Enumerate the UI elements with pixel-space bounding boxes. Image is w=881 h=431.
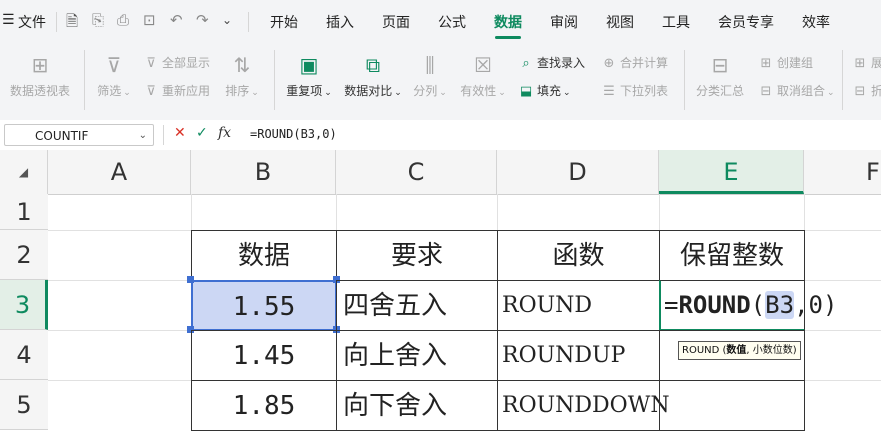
column-header-f[interactable]: F — [804, 150, 881, 194]
fill-button[interactable]: ⬓ 填充 ⌄ — [518, 82, 571, 99]
row-header-3[interactable]: 3 — [0, 280, 48, 330]
column-header-d[interactable]: D — [497, 150, 659, 194]
cell-d3[interactable]: ROUND — [497, 280, 660, 331]
cell-c3[interactable]: 四舍五入 — [336, 280, 498, 331]
collapse-icon: ⊟ — [854, 84, 866, 99]
group-icon: ⊞ — [760, 56, 772, 71]
function-tooltip[interactable]: ROUND (数值, 小数位数) — [678, 341, 801, 360]
cancel-icon[interactable]: ✕ — [174, 125, 186, 141]
chevron-down-icon: ⌄ — [138, 130, 147, 141]
dropdown-list-button[interactable]: ☰ 下拉列表 — [601, 82, 668, 99]
tab-efficiency[interactable]: 效率 — [802, 12, 830, 32]
divider — [163, 125, 164, 145]
tab-insert[interactable]: 插入 — [326, 12, 354, 32]
active-tab-indicator — [495, 36, 521, 39]
expand-icon: ⊞ — [854, 56, 866, 71]
divider — [248, 12, 249, 32]
redo-icon[interactable]: ↷ — [196, 11, 209, 29]
menu-file[interactable]: 文件 — [18, 12, 46, 32]
lookup-icon: ⌕ — [522, 56, 530, 71]
sort-button[interactable]: ⇅ 排序 ⌄ — [222, 52, 262, 99]
row-header-4[interactable]: 4 — [0, 330, 48, 380]
lookup-entry-button[interactable]: ⌕ 查找录入 — [518, 54, 585, 71]
ungroup-button[interactable]: ⊟ 取消组合 ⌄ — [758, 82, 835, 99]
tab-member[interactable]: 会员专享 — [718, 12, 774, 32]
show-all-icon: ⊽ — [146, 56, 156, 71]
column-header-a[interactable]: A — [48, 150, 191, 194]
sort-icon: ⇅ — [233, 53, 251, 77]
tab-home[interactable]: 开始 — [270, 12, 298, 32]
row-header-2[interactable]: 2 — [0, 230, 48, 280]
filter-icon: ⊽ — [106, 53, 122, 77]
create-group-button[interactable]: ⊞ 创建组 — [758, 54, 813, 71]
ungroup-icon: ⊟ — [760, 84, 772, 99]
divider — [684, 50, 685, 110]
cell-b4[interactable]: 1.45 — [191, 330, 337, 381]
chevron-down-icon[interactable]: ⌄ — [222, 13, 232, 27]
row-header-5[interactable]: 5 — [0, 380, 48, 430]
subtotal-button[interactable]: ⊟ 分类汇总 — [694, 52, 746, 99]
formula-bar: COUNTIF ⌄ ✕ ✓ fx =ROUND(B3,0) — [0, 120, 881, 151]
print-icon[interactable]: ⎙ — [117, 11, 129, 29]
tab-review[interactable]: 审阅 — [550, 12, 578, 32]
divider — [274, 50, 275, 110]
pivot-table-button[interactable]: ⊞ 数据透视表 — [8, 52, 72, 99]
column-header-c[interactable]: C — [336, 150, 497, 194]
validity-button[interactable]: ☒ 有效性 ⌄ — [458, 52, 508, 99]
tab-tools[interactable]: 工具 — [662, 12, 690, 32]
menu-bar: ☰ 文件 🗎 ⎘ ⎙ ⊡ ↶ ↷ ⌄ 开始 插入 页面 公式 数据 审阅 视图 … — [0, 0, 881, 44]
cell-b3[interactable]: 1.55 — [191, 280, 337, 331]
expand-button[interactable]: ⊞ 展 — [852, 54, 881, 71]
cell-d4[interactable]: ROUNDUP — [497, 330, 660, 381]
tab-view[interactable]: 视图 — [606, 12, 634, 32]
divider — [84, 50, 85, 110]
row-header-1[interactable]: 1 — [0, 194, 48, 230]
tab-page[interactable]: 页面 — [382, 12, 410, 32]
cell-e3-editing[interactable]: =ROUND(B3,0) — [659, 280, 837, 331]
pivot-table-icon: ⊞ — [31, 53, 49, 77]
validity-icon: ☒ — [474, 53, 492, 77]
print-preview-icon[interactable]: ⊡ — [143, 11, 156, 29]
cell-d2[interactable]: 函数 — [497, 230, 660, 281]
show-all-button[interactable]: ⊽ 全部显示 — [143, 54, 210, 71]
cell-b2[interactable]: 数据 — [191, 230, 337, 281]
column-header: ◢ A B C D E F — [0, 150, 881, 195]
compare-icon: ⧉ — [365, 53, 381, 77]
reapply-icon: ⊽ — [146, 84, 156, 99]
select-all-corner[interactable]: ◢ — [0, 150, 48, 194]
data-compare-button[interactable]: ⧉ 数据对比 ⌄ — [342, 52, 404, 99]
export-icon[interactable]: ⎘ — [92, 11, 104, 29]
column-header-e[interactable]: E — [659, 150, 804, 194]
ribbon: ⊞ 数据透视表 ⊽ 筛选 ⌄ ⊽ 全部显示 ⊽ 重新应用 ⇅ 排序 ⌄ ▣ 重复项 ⌄ ⧉… — [0, 44, 881, 121]
cell-e2[interactable]: 保留整数 — [659, 230, 805, 281]
range-handle[interactable] — [187, 276, 194, 283]
duplicates-icon: ▣ — [299, 53, 319, 77]
divider — [56, 12, 57, 32]
column-header-b[interactable]: B — [191, 150, 336, 194]
formula-reference: B3 — [765, 291, 795, 319]
subtotal-icon: ⊟ — [711, 53, 729, 77]
undo-icon[interactable]: ↶ — [170, 11, 183, 29]
reapply-button[interactable]: ⊽ 重新应用 — [143, 82, 210, 99]
save-icon[interactable]: 🗎 — [66, 11, 78, 36]
cell-c2[interactable]: 要求 — [336, 230, 498, 281]
dropdown-list-icon: ☰ — [603, 84, 615, 99]
fill-icon: ⬓ — [519, 84, 533, 99]
tab-formula[interactable]: 公式 — [438, 12, 466, 32]
split-column-button[interactable]: ⫼ 分列 ⌄ — [410, 52, 450, 99]
hamburger-icon[interactable]: ☰ — [2, 12, 15, 28]
cell-c4[interactable]: 向上舍入 — [336, 330, 498, 381]
split-icon: ⫼ — [425, 53, 435, 77]
tab-data[interactable]: 数据 — [494, 12, 522, 32]
duplicates-button[interactable]: ▣ 重复项 ⌄ — [283, 52, 335, 99]
name-box[interactable]: COUNTIF ⌄ — [4, 124, 154, 146]
merge-calc-icon: ⊕ — [603, 56, 615, 71]
formula-input[interactable]: =ROUND(B3,0) — [250, 127, 337, 141]
merge-calc-button[interactable]: ⊕ 合并计算 — [601, 54, 668, 71]
fx-button[interactable]: fx — [218, 125, 231, 141]
filter-button[interactable]: ⊽ 筛选 ⌄ — [94, 52, 134, 99]
confirm-icon[interactable]: ✓ — [196, 125, 208, 141]
collapse-button[interactable]: ⊟ 折 — [852, 82, 881, 99]
divider — [842, 50, 843, 110]
